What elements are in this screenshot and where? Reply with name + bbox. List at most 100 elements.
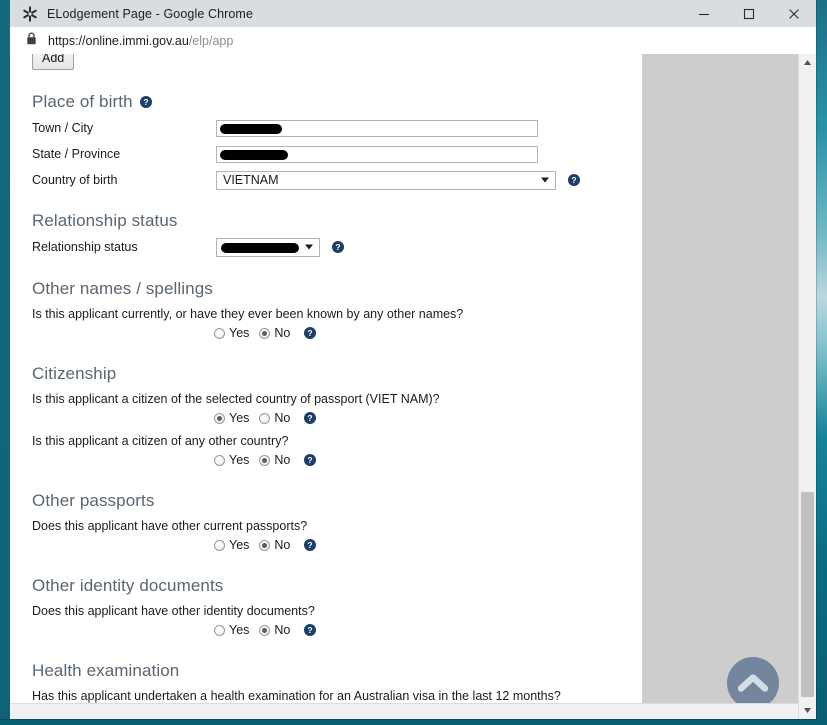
window-controls bbox=[681, 0, 816, 27]
field-label-relationship-status: Relationship status bbox=[32, 240, 138, 254]
help-icon[interactable]: ? bbox=[304, 539, 317, 551]
svg-text:?: ? bbox=[308, 540, 313, 550]
radio-other-identity-no[interactable] bbox=[259, 624, 271, 636]
section-heading-text: Citizenship bbox=[32, 364, 117, 383]
redacted-value bbox=[220, 149, 288, 160]
section-heading-text: Relationship status bbox=[32, 211, 178, 230]
lock-icon bbox=[26, 31, 37, 50]
vertical-scrollbar[interactable] bbox=[798, 54, 816, 719]
radio-group-other-identity-documents: Yes No ? bbox=[32, 622, 630, 638]
help-icon[interactable]: ? bbox=[139, 96, 152, 108]
add-button-row: Add bbox=[32, 54, 630, 76]
radio-label-no: No bbox=[274, 326, 291, 340]
radio-group-other-names: Yes No ? bbox=[32, 325, 630, 341]
chrome-browser-window: ELodgement Page - Google Chrome https://… bbox=[0, 0, 816, 719]
radio-other-passports-yes[interactable] bbox=[214, 539, 225, 551]
relationship-status-select[interactable] bbox=[216, 237, 320, 257]
field-state-province: State / Province bbox=[32, 144, 630, 164]
question-citizenship-other-country: Is this applicant a citizen of any other… bbox=[32, 434, 289, 448]
scrollbar-thumb[interactable] bbox=[801, 492, 814, 697]
section-heading-other-passports: Other passports bbox=[32, 491, 630, 511]
svg-text:?: ? bbox=[308, 625, 313, 635]
chevron-down-icon bbox=[541, 177, 549, 183]
url-text: https://online.immi.gov.au/elp/app bbox=[48, 34, 233, 48]
field-label-state-province: State / Province bbox=[32, 147, 121, 161]
chevron-down-icon bbox=[305, 244, 313, 250]
radio-label-yes: Yes bbox=[229, 326, 250, 340]
document-body: Add Place of birth ? Town / City State /… bbox=[10, 54, 643, 719]
help-icon[interactable]: ? bbox=[304, 412, 317, 424]
question-other-names: Is this applicant currently, or have the… bbox=[32, 307, 464, 321]
section-heading-text: Other identity documents bbox=[32, 576, 224, 595]
radio-citizenship-passport-no[interactable] bbox=[259, 412, 271, 424]
radio-other-passports-no[interactable] bbox=[259, 539, 271, 551]
address-bar[interactable]: https://online.immi.gov.au/elp/app bbox=[10, 27, 816, 55]
minimize-button[interactable] bbox=[681, 0, 726, 27]
radio-label-no: No bbox=[274, 411, 291, 425]
radio-label-yes: Yes bbox=[229, 453, 250, 467]
help-icon[interactable]: ? bbox=[332, 241, 344, 253]
radio-citizenship-other-yes[interactable] bbox=[214, 454, 225, 466]
gear-icon bbox=[22, 5, 38, 22]
svg-text:?: ? bbox=[335, 242, 340, 252]
svg-text:?: ? bbox=[308, 455, 313, 465]
radio-citizenship-other-no[interactable] bbox=[259, 454, 271, 466]
svg-text:?: ? bbox=[571, 175, 576, 185]
radio-label-yes: Yes bbox=[229, 538, 250, 552]
section-heading-text: Health examination bbox=[32, 661, 180, 680]
help-icon[interactable]: ? bbox=[304, 454, 317, 466]
help-icon[interactable]: ? bbox=[568, 174, 580, 186]
radio-label-no: No bbox=[274, 453, 291, 467]
section-heading-text: Other passports bbox=[32, 491, 155, 510]
radio-other-names-no[interactable] bbox=[259, 327, 271, 339]
scrollbar-down-arrow[interactable] bbox=[799, 702, 816, 719]
question-health-examination: Has this applicant undertaken a health e… bbox=[32, 689, 561, 703]
title-bar: ELodgement Page - Google Chrome bbox=[10, 0, 816, 27]
svg-text:?: ? bbox=[143, 97, 148, 107]
section-heading-other-identity-documents: Other identity documents bbox=[32, 576, 630, 596]
state-province-input[interactable] bbox=[216, 145, 538, 163]
help-icon[interactable]: ? bbox=[304, 624, 317, 636]
field-label-country-of-birth: Country of birth bbox=[32, 173, 118, 187]
url-host: https://online.immi.gov.au bbox=[48, 33, 189, 48]
radio-label-no: No bbox=[274, 538, 291, 552]
question-other-passports: Does this applicant have other current p… bbox=[32, 519, 308, 533]
scrollbar-up-arrow[interactable] bbox=[799, 54, 816, 71]
maximize-button[interactable] bbox=[726, 0, 771, 27]
close-button[interactable] bbox=[771, 0, 816, 27]
town-city-input[interactable] bbox=[216, 119, 538, 137]
horizontal-scrollbar-track[interactable] bbox=[10, 703, 799, 719]
field-label-town-city: Town / City bbox=[32, 121, 94, 135]
chevron-up-icon bbox=[738, 672, 768, 694]
field-relationship-status: Relationship status ? bbox=[32, 237, 630, 257]
section-heading-other-names: Other names / spellings bbox=[32, 279, 630, 299]
country-of-birth-value: VIETNAM bbox=[223, 173, 279, 187]
window-left-edge bbox=[0, 0, 10, 719]
section-heading-text: Place of birth bbox=[32, 92, 133, 111]
radio-other-names-yes[interactable] bbox=[214, 327, 225, 339]
country-of-birth-select[interactable]: VIETNAM bbox=[216, 170, 556, 190]
radio-other-identity-yes[interactable] bbox=[214, 624, 225, 636]
back-to-top-button[interactable] bbox=[727, 657, 779, 709]
radio-label-no: No bbox=[274, 623, 291, 637]
section-heading-place-of-birth: Place of birth ? bbox=[32, 92, 630, 112]
radio-group-other-passports: Yes No ? bbox=[32, 537, 630, 553]
section-heading-text: Other names / spellings bbox=[32, 279, 213, 298]
radio-label-yes: Yes bbox=[229, 411, 250, 425]
redacted-value bbox=[221, 242, 299, 253]
radio-group-citizenship-passport-country: Yes No ? bbox=[32, 410, 630, 426]
question-citizenship-passport-country: Is this applicant a citizen of the selec… bbox=[32, 392, 440, 406]
add-button[interactable]: Add bbox=[32, 54, 75, 70]
svg-text:?: ? bbox=[308, 328, 313, 338]
field-town-city: Town / City bbox=[32, 118, 630, 138]
window-title: ELodgement Page - Google Chrome bbox=[47, 6, 253, 21]
radio-group-citizenship-other-country: Yes No ? bbox=[32, 452, 630, 468]
radio-label-yes: Yes bbox=[229, 623, 250, 637]
question-other-identity-documents: Does this applicant have other identity … bbox=[32, 604, 315, 618]
radio-citizenship-passport-yes[interactable] bbox=[214, 412, 225, 424]
field-country-of-birth: Country of birth VIETNAM ? bbox=[32, 170, 630, 190]
help-icon[interactable]: ? bbox=[304, 327, 317, 339]
page-viewport: Add Place of birth ? Town / City State /… bbox=[10, 54, 816, 719]
section-heading-citizenship: Citizenship bbox=[32, 364, 630, 384]
section-heading-health-examination: Health examination bbox=[32, 661, 630, 681]
